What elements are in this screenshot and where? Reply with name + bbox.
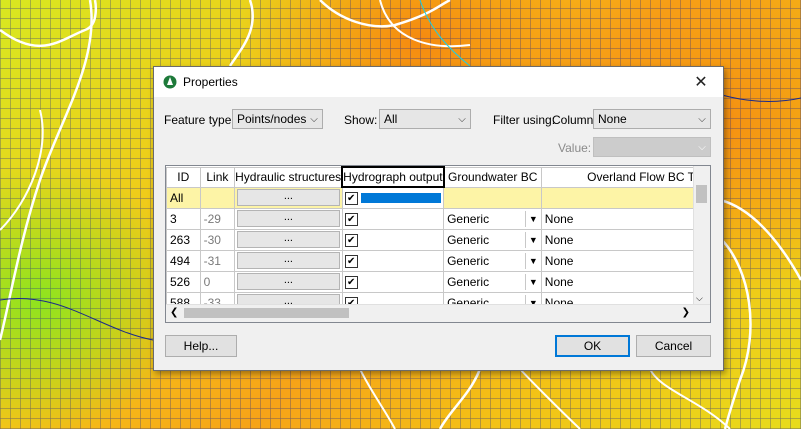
table-row: 526 0 ... ✔ Generic ▼ None — [166, 270, 710, 293]
table-row: 263 -30 ... ✔ Generic ▼ None — [166, 228, 710, 251]
cell-link[interactable]: -30 — [199, 228, 236, 251]
chevron-down-icon: ⌵ — [310, 113, 318, 125]
dialog-title: Properties — [183, 75, 238, 89]
feature-type-select[interactable]: Points/nodes ⌵ — [232, 109, 323, 129]
hydrograph-output-checkbox[interactable]: ✔ — [344, 275, 358, 289]
show-select[interactable]: All ⌵ — [379, 109, 471, 129]
groundwater-bc-value: Generic — [447, 211, 490, 226]
hydraulic-structures-button[interactable]: ... — [237, 231, 340, 248]
hydrograph-output-checkbox[interactable]: ✔ — [344, 254, 358, 268]
col-header-link[interactable]: Link — [199, 166, 236, 188]
cell-id[interactable]: 263 — [166, 228, 201, 251]
hydraulic-structures-button[interactable]: ... — [237, 252, 340, 269]
cell-hydraulic-structures: ... — [234, 207, 343, 230]
col-header-hydrograph-output[interactable]: Hydrograph output — [341, 166, 445, 188]
chevron-down-icon[interactable]: ▼ — [524, 210, 541, 227]
cell-groundwater-bc[interactable]: Generic ▼ — [443, 228, 542, 251]
filter-using-label: Filter using: — [493, 113, 556, 127]
cell-link[interactable]: 0 — [199, 270, 236, 293]
cell-hydraulic-structures: ... — [234, 186, 343, 209]
groundwater-bc-value: Generic — [447, 232, 490, 247]
cell-id[interactable]: 494 — [166, 249, 201, 272]
scroll-right-icon[interactable]: ❯ — [682, 307, 690, 318]
cell-groundwater-bc[interactable]: Generic ▼ — [443, 270, 542, 293]
feature-type-value: Points/nodes — [237, 112, 306, 126]
properties-grid: ID Link Hydraulic structures Hydrograph … — [165, 165, 711, 323]
groundwater-bc-value: Generic — [447, 274, 490, 289]
chevron-down-icon: ⌵ — [458, 113, 466, 125]
column-label: Column: — [552, 113, 597, 127]
chevron-down-icon[interactable]: ▼ — [524, 273, 541, 290]
col-header-id[interactable]: ID — [166, 166, 201, 188]
hydrograph-output-checkbox[interactable]: ✔ — [344, 233, 358, 247]
table-row: 3 -29 ... ✔ Generic ▼ None — [166, 207, 710, 230]
cell-groundwater-bc[interactable]: Generic ▼ — [443, 249, 542, 272]
chevron-down-icon: ⌵ — [698, 141, 706, 153]
col-header-overland-flow-bc-type[interactable]: Overland Flow BC Typ — [540, 166, 710, 188]
close-icon[interactable]: ✕ — [679, 67, 723, 97]
header-row: ID Link Hydraulic structures Hydrograph … — [166, 166, 710, 188]
vertical-scroll-thumb[interactable] — [696, 185, 707, 203]
cell-hydraulic-structures: ... — [234, 270, 343, 293]
hydrograph-output-checkbox[interactable]: ✔ — [344, 191, 358, 205]
cell-groundwater-bc[interactable] — [443, 186, 542, 209]
show-label: Show: — [344, 113, 378, 127]
cell-link[interactable] — [199, 186, 236, 209]
chevron-down-icon[interactable]: ▼ — [524, 252, 541, 269]
cell-overland-flow-bc[interactable]: None — [540, 270, 710, 293]
horizontal-scroll-thumb[interactable] — [184, 308, 349, 318]
properties-dialog: Properties ✕ Feature type: Points/nodes … — [153, 66, 724, 371]
hydraulic-structures-button[interactable]: ... — [237, 273, 340, 290]
cell-link[interactable]: -31 — [199, 249, 236, 272]
hydraulic-structures-button[interactable]: ... — [237, 210, 340, 227]
col-header-groundwater-bc[interactable]: Groundwater BC — [443, 166, 542, 188]
cell-hydraulic-structures: ... — [234, 228, 343, 251]
hydraulic-structures-button[interactable]: ... — [237, 189, 340, 206]
ok-button[interactable]: OK — [555, 335, 630, 357]
title-bar: Properties ✕ — [154, 67, 723, 97]
table-row: 494 -31 ... ✔ Generic ▼ None — [166, 249, 710, 272]
col-header-hydraulic-structures[interactable]: Hydraulic structures — [234, 166, 343, 188]
scroll-down-icon[interactable]: ⌵ — [696, 293, 703, 304]
horizontal-scrollbar[interactable]: ❮ ❯ — [166, 304, 710, 322]
cell-hydrograph-output[interactable]: ✔ — [341, 186, 445, 209]
value-select[interactable]: ⌵ — [593, 137, 711, 157]
selection-highlight — [360, 193, 441, 204]
properties-table: ID Link Hydraulic structures Hydrograph … — [166, 166, 710, 314]
cell-id[interactable]: 526 — [166, 270, 201, 293]
cell-overland-flow-bc[interactable]: None — [540, 249, 710, 272]
vertical-scrollbar[interactable]: ⌵ — [693, 166, 710, 306]
cell-overland-flow-bc[interactable] — [540, 186, 710, 209]
cell-link[interactable]: -29 — [199, 207, 236, 230]
hydrograph-output-checkbox[interactable]: ✔ — [344, 212, 358, 226]
help-button[interactable]: Help... — [165, 335, 237, 357]
groundwater-bc-value: Generic — [447, 253, 490, 268]
column-select[interactable]: None ⌵ — [593, 109, 711, 129]
cancel-button[interactable]: Cancel — [636, 335, 711, 357]
cell-hydrograph-output: ✔ — [341, 270, 445, 293]
cell-groundwater-bc[interactable]: Generic ▼ — [443, 207, 542, 230]
cell-hydraulic-structures: ... — [234, 249, 343, 272]
table-row-all: All ... ✔ — [166, 186, 710, 209]
cell-overland-flow-bc[interactable]: None — [540, 207, 710, 230]
value-label: Value: — [558, 141, 592, 155]
cell-hydrograph-output: ✔ — [341, 207, 445, 230]
cell-id[interactable]: All — [166, 186, 201, 209]
app-logo-icon — [163, 75, 177, 89]
cell-hydrograph-output: ✔ — [341, 228, 445, 251]
column-value: None — [598, 112, 627, 126]
cell-id[interactable]: 3 — [166, 207, 201, 230]
scroll-left-icon[interactable]: ❮ — [170, 307, 178, 318]
feature-type-label: Feature type: — [164, 113, 235, 127]
show-value: All — [384, 112, 398, 126]
chevron-down-icon[interactable]: ▼ — [524, 231, 541, 248]
chevron-down-icon: ⌵ — [698, 113, 706, 125]
cell-hydrograph-output: ✔ — [341, 249, 445, 272]
cell-overland-flow-bc[interactable]: None — [540, 228, 710, 251]
